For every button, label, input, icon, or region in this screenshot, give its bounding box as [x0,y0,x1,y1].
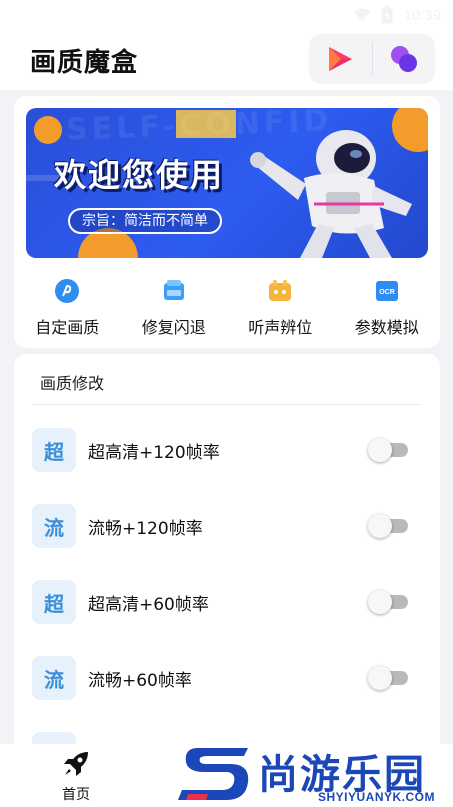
custom-quality-icon [55,279,80,303]
nav-home[interactable]: 首页 [46,750,106,806]
setting-row[interactable]: 超 超高清+60帧率 [14,572,440,632]
quality-card: 画质修改 超 超高清+120帧率 流 流畅+120帧率 超 超高清+60帧率 流… [14,354,440,774]
banner-slogan: 宗旨：简洁而不简单 [68,208,222,234]
setting-badge: 流 [32,504,76,548]
setting-toggle[interactable] [368,666,408,690]
watermark-logo [178,748,249,800]
quick-action-label: 修复闪退 [141,318,206,337]
setting-toggle[interactable] [368,590,408,614]
status-bar: 10:39 [0,0,453,30]
play-store-button[interactable] [309,34,372,84]
ocr-icon: OCR [375,281,398,301]
toggle-thumb [368,438,392,462]
setting-label: 超高清+120帧率 [88,442,220,463]
setting-toggle[interactable] [368,514,408,538]
banner-headline: 欢迎您使用 [54,156,225,194]
repair-icon [163,280,184,300]
section-divider [32,404,422,405]
quick-action-sound-locate[interactable]: 听声辨位 [227,268,334,344]
setting-label: 流畅+60帧率 [88,670,192,691]
setting-row[interactable]: 流 流畅+60帧率 [14,648,440,708]
quick-action-label: 自定画质 [35,318,100,337]
toggle-thumb [368,590,392,614]
nav-home-label: 首页 [62,787,90,803]
setting-badge: 流 [32,656,76,700]
quick-action-param-sim[interactable]: OCR 参数模拟 [334,268,441,344]
site-watermark: 尚游乐园 SHYIYUANYK.COM [178,740,453,807]
battery-icon [381,6,393,24]
play-store-icon [329,47,353,71]
watermark-url: SHYIYUANYK.COM [318,790,436,804]
welcome-banner[interactable]: SELF-CONFID 欢迎您使用 宗旨：简洁而不简单 [26,108,428,258]
quick-action-custom-quality[interactable]: 自定画质 [14,268,121,344]
setting-label: 超高清+60帧率 [88,594,209,615]
setting-badge: 超 [32,428,76,472]
link-dots-icon [390,46,417,72]
setting-label: 流畅+120帧率 [88,518,203,539]
status-time: 10:39 [403,6,441,24]
app-bar-actions [309,34,435,84]
quick-actions: 自定画质 修复闪退 听声辨位 OCR 参数模拟 [14,268,440,344]
quick-action-repair[interactable]: 修复闪退 [121,268,228,344]
toggle-thumb [368,514,392,538]
app-bar: 画质魔盒 [0,30,453,90]
app-title: 画质魔盒 [30,48,139,78]
quick-action-label: 参数模拟 [354,318,419,337]
svg-text:OCR: OCR [379,289,395,296]
link-button[interactable] [373,34,436,84]
setting-row[interactable]: 流 流畅+120帧率 [14,496,440,556]
feature-card: SELF-CONFID 欢迎您使用 宗旨：简洁而不简单 自定画质 修复闪退 听声… [14,96,440,348]
setting-toggle[interactable] [368,438,408,462]
quick-action-label: 听声辨位 [248,318,313,337]
toggle-thumb [368,666,392,690]
section-title: 画质修改 [40,374,105,393]
wifi-icon [353,8,371,21]
sound-locate-icon [269,280,292,301]
astronaut-illustration [250,130,412,258]
rocket-icon [64,752,88,776]
setting-badge: 超 [32,580,76,624]
setting-row[interactable]: 超 超高清+120帧率 [14,420,440,480]
